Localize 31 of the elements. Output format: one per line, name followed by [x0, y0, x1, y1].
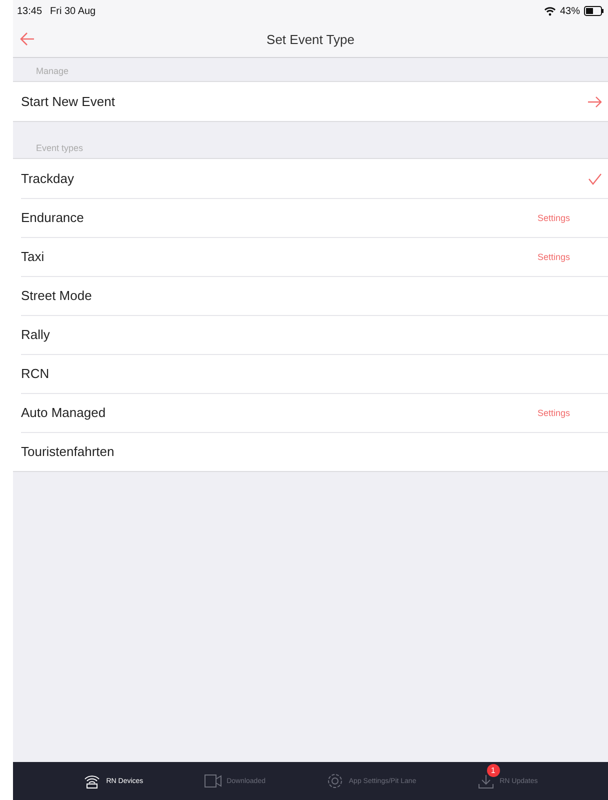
battery-icon: [584, 6, 604, 16]
row-label: RCN: [21, 366, 50, 381]
settings-icon: [326, 773, 344, 789]
list-row[interactable]: Touristenfahrten: [13, 432, 608, 471]
row-label: Start New Event: [21, 94, 116, 109]
row-label: Auto Managed: [21, 405, 107, 420]
list-row[interactable]: Auto Managed Settings: [13, 393, 608, 432]
list-row[interactable]: Taxi Settings: [13, 237, 608, 276]
status-date: Fri 30 Aug: [50, 6, 96, 16]
row-label: Touristenfahrten: [21, 444, 116, 459]
list-row[interactable]: RCN: [13, 354, 608, 393]
list-row[interactable]: Street Mode: [13, 276, 608, 315]
wifi-icon: [544, 6, 556, 16]
screen-title: Set Event Type: [266, 32, 354, 47]
video-camera-icon: [204, 773, 222, 789]
row-label: Street Mode: [21, 288, 93, 303]
status-time: 13:45: [17, 6, 42, 16]
row-label: Trackday: [21, 171, 75, 186]
wifi-icon: [83, 773, 102, 789]
list-row[interactable]: Trackday: [13, 159, 608, 198]
list-row[interactable]: Endurance Settings: [13, 198, 608, 237]
row-label: Endurance: [21, 210, 85, 225]
forward-arrow-icon: [588, 96, 602, 108]
notification-badge: 1: [486, 764, 500, 777]
list-row[interactable]: Rally: [13, 315, 608, 354]
back-arrow-icon[interactable]: [19, 32, 35, 46]
list-row[interactable]: Start New Event: [13, 82, 608, 121]
download-icon: [476, 773, 495, 789]
row-label: Taxi: [21, 249, 46, 264]
row-label: Rally: [21, 327, 51, 342]
battery-percent: 43%: [560, 6, 580, 16]
